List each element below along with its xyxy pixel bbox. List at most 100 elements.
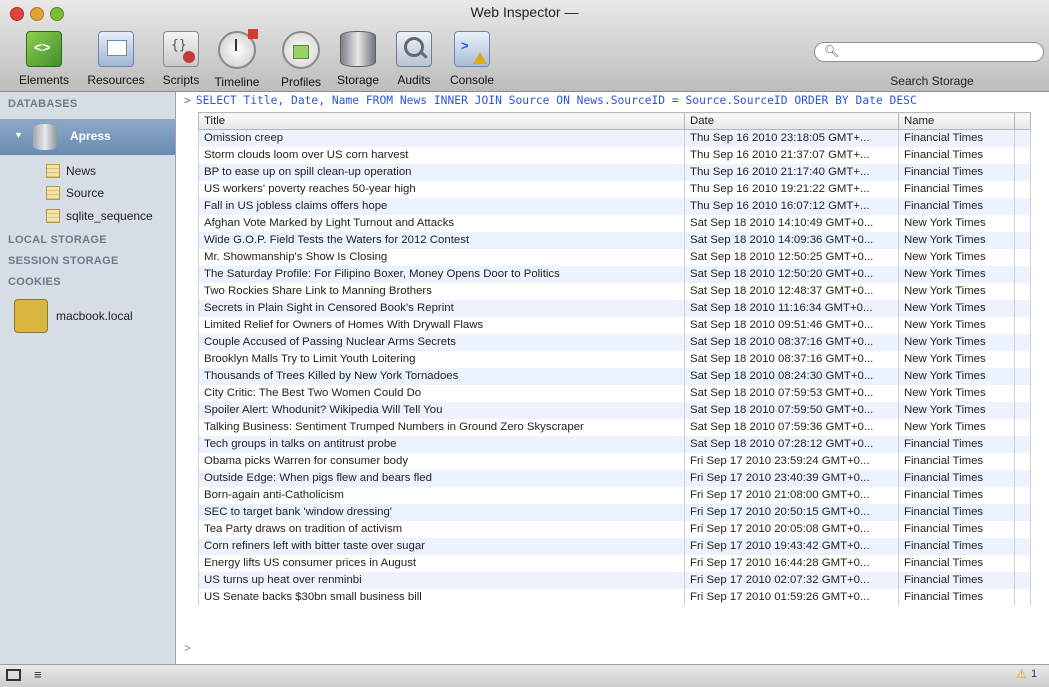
cell-name: Financial Times [898,470,1015,487]
table-row[interactable]: BP to ease up on spill clean-up operatio… [198,164,1031,181]
table-row[interactable]: Corn refiners left with bitter taste ove… [198,538,1031,555]
cell-name: Financial Times [898,147,1015,164]
search-storage-field[interactable]: 🔍︎ [814,42,1044,62]
cell-date: Thu Sep 16 2010 21:37:07 GMT+... [684,147,899,164]
table-row[interactable]: Omission creep Thu Sep 16 2010 23:18:05 G… [198,129,1031,147]
table-row[interactable]: Secrets in Plain Sight in Censored Book'… [198,300,1031,317]
query-results-panel: > SELECT Title, Date, Name FROM News INNE… [176,92,1049,664]
table-icon [46,186,60,200]
toolbar-scripts[interactable]: {} Scripts [160,31,202,87]
cell-date: Thu Sep 16 2010 19:21:22 GMT+... [684,181,899,198]
section-local-storage[interactable]: LOCAL STORAGE [8,234,107,246]
sidebar-item-cookie-host[interactable]: macbook.local [14,299,184,333]
cell-date: Sat Sep 18 2010 08:24:30 GMT+0... [684,368,899,385]
table-row[interactable]: Thousands of Trees Killed by New York To… [198,368,1031,385]
table-row[interactable]: Tea Party draws on tradition of activism… [198,521,1031,538]
console-toggle-icon[interactable]: ≡ [34,667,42,682]
console-input-prompt[interactable]: > [184,641,191,655]
table-row[interactable]: US Senate backs $30bn small business bil… [198,589,1031,606]
toolbar-console[interactable]: > Console [446,31,498,87]
cell-name: New York Times [898,351,1015,368]
cell-filler [1014,147,1031,164]
storage-icon [340,31,376,67]
table-row[interactable]: Mr. Showmanship's Show Is Closing Sat Sep… [198,249,1031,266]
console-prompt-icon: > [184,94,191,107]
toolbar-profiles[interactable]: Profiles [276,31,326,89]
table-row[interactable]: Brooklyn Malls Try to Limit Youth Loiter… [198,351,1031,368]
sql-query-line: > SELECT Title, Date, Name FROM News INNE… [184,94,1044,107]
toolbar-audits[interactable]: Audits [392,31,436,87]
table-row[interactable]: Two Rockies Share Link to Manning Brothe… [198,283,1031,300]
cell-title: Omission creep [198,129,685,147]
table-row[interactable]: City Critic: The Best Two Women Could Do… [198,385,1031,402]
warning-count[interactable]: 1 [1031,668,1037,680]
cell-filler [1014,538,1031,555]
cell-title: Thousands of Trees Killed by New York To… [198,368,685,385]
table-row[interactable]: Energy lifts US consumer prices in Augus… [198,555,1031,572]
cell-date: Fri Sep 17 2010 21:08:00 GMT+0... [684,487,899,504]
cell-filler [1014,436,1031,453]
toolbar-storage[interactable]: Storage [334,31,382,87]
cell-filler [1014,351,1031,368]
scripts-icon: {} [163,31,199,67]
database-name: Apress [70,129,111,143]
toolbar-timeline[interactable]: Timeline [208,29,266,89]
table-row[interactable]: Afghan Vote Marked by Light Turnout and … [198,215,1031,232]
cell-title: Tea Party draws on tradition of activism [198,521,685,538]
cell-title: Talking Business: Sentiment Trumped Numb… [198,419,685,436]
column-header-title[interactable]: Title [198,112,685,130]
toolbar-resources[interactable]: Resources [84,31,148,87]
cell-name: Financial Times [898,181,1015,198]
cell-filler [1014,232,1031,249]
table-row[interactable]: Fall in US jobless claims offers hope Thu… [198,198,1031,215]
cell-filler [1014,317,1031,334]
cell-filler [1014,181,1031,198]
table-row[interactable]: Outside Edge: When pigs flew and bears f… [198,470,1031,487]
timeline-icon [218,29,258,69]
table-row[interactable]: Couple Accused of Passing Nuclear Arms S… [198,334,1031,351]
cell-title: Storm clouds loom over US corn harvest [198,147,685,164]
dock-toggle-icon[interactable] [6,669,21,681]
column-header-date[interactable]: Date [684,112,899,130]
table-row[interactable]: US turns up heat over renminbi Fri Sep 17… [198,572,1031,589]
table-row[interactable]: Limited Relief for Owners of Homes With … [198,317,1031,334]
table-row[interactable]: US workers' poverty reaches 50-year high… [198,181,1031,198]
cell-date: Fri Sep 17 2010 19:43:42 GMT+0... [684,538,899,555]
section-cookies[interactable]: COOKIES [8,276,61,288]
cell-date: Sat Sep 18 2010 12:50:20 GMT+0... [684,266,899,283]
table-row[interactable]: Spoiler Alert: Whodunit? Wikipedia Will … [198,402,1031,419]
table-row[interactable]: Born-again anti-Catholicism Fri Sep 17 20… [198,487,1031,504]
column-header-name[interactable]: Name [898,112,1015,130]
cell-name: Financial Times [898,521,1015,538]
elements-icon: <> [26,31,62,67]
status-bar: ≡ ⚠ 1 [0,664,1049,687]
toolbar-elements[interactable]: <> Elements [18,31,70,87]
cell-filler [1014,283,1031,300]
cell-filler [1014,402,1031,419]
database-icon [33,124,57,150]
table-row[interactable]: Obama picks Warren for consumer body Fri … [198,453,1031,470]
table-row[interactable]: Talking Business: Sentiment Trumped Numb… [198,419,1031,436]
cookie-icon [14,299,48,333]
cell-filler [1014,164,1031,181]
search-input[interactable] [841,44,1035,60]
sidebar-item-apress-database[interactable]: ▼ Apress [0,119,175,155]
cell-date: Sat Sep 18 2010 07:59:53 GMT+0... [684,385,899,402]
section-databases[interactable]: DATABASES [8,98,78,110]
table-row[interactable]: The Saturday Profile: For Filipino Boxer… [198,266,1031,283]
cell-name: Financial Times [898,129,1015,147]
cell-title: US turns up heat over renminbi [198,572,685,589]
cell-date: Thu Sep 16 2010 16:07:12 GMT+... [684,198,899,215]
section-session-storage[interactable]: SESSION STORAGE [8,255,119,267]
warning-icon[interactable]: ⚠ [1016,667,1027,681]
cell-date: Fri Sep 17 2010 01:59:26 GMT+0... [684,589,899,606]
table-row[interactable]: Wide G.O.P. Field Tests the Waters for 2… [198,232,1031,249]
table-row[interactable]: Tech groups in talks on antitrust probe S… [198,436,1031,453]
cell-title: SEC to target bank 'window dressing' [198,504,685,521]
cell-title: City Critic: The Best Two Women Could Do [198,385,685,402]
cell-date: Sat Sep 18 2010 08:37:16 GMT+0... [684,351,899,368]
table-row[interactable]: SEC to target bank 'window dressing' Fri … [198,504,1031,521]
table-row[interactable]: Storm clouds loom over US corn harvest Th… [198,147,1031,164]
profiles-icon [282,31,320,69]
disclosure-triangle-icon[interactable]: ▼ [14,130,23,140]
